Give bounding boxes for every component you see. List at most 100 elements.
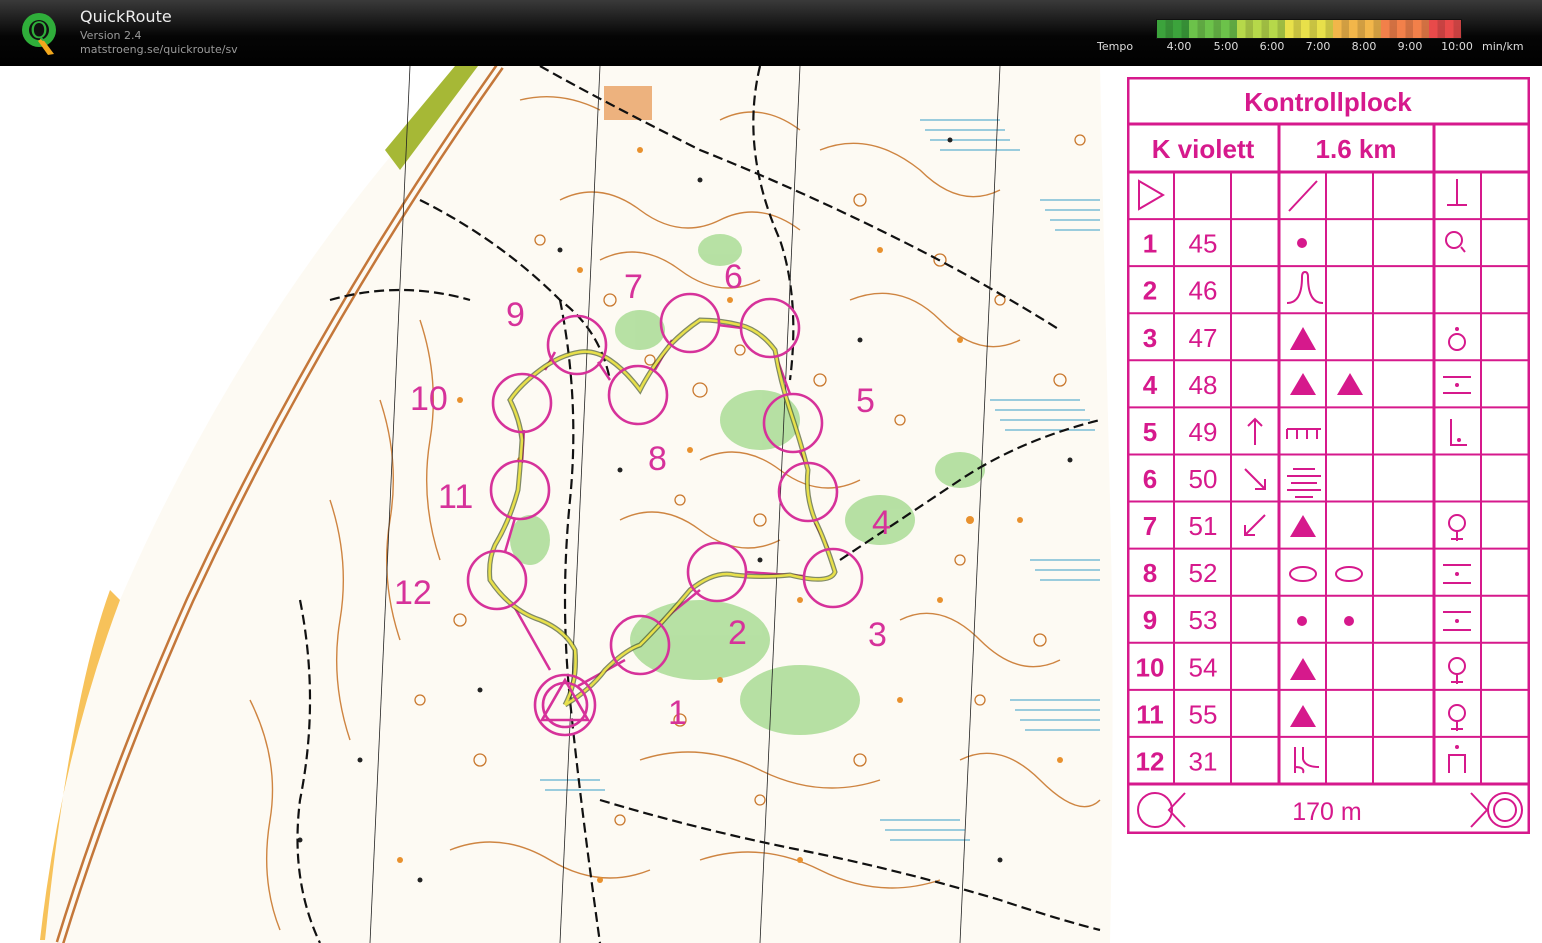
description-grid: Kontrollplock K violett 1.6 km 1 452 463 47… bbox=[1127, 77, 1530, 834]
control-row-code: 47 bbox=[1189, 323, 1218, 353]
control-row-number: 11 bbox=[1136, 699, 1164, 729]
app-url: matstroeng.se/quickroute/sv bbox=[80, 43, 238, 56]
tempo-scale-segment bbox=[1253, 20, 1262, 38]
tempo-label: Tempo bbox=[1097, 40, 1134, 53]
control-row-code: 49 bbox=[1189, 417, 1218, 447]
control-row-code: 31 bbox=[1189, 746, 1218, 776]
control-number-10: 10 bbox=[410, 380, 448, 418]
tempo-scale-segment bbox=[1357, 20, 1366, 38]
tempo-tick: 4:00 bbox=[1166, 40, 1192, 53]
sheet-title: Kontrollplock bbox=[1244, 87, 1412, 117]
tempo-scale-segment bbox=[1245, 20, 1254, 38]
tempo-scale-segment bbox=[1285, 20, 1294, 38]
tempo-scale-segment bbox=[1229, 20, 1238, 38]
tempo-scale-segment bbox=[1365, 20, 1374, 38]
tempo-scale-segment bbox=[1205, 20, 1214, 38]
tempo-scale-segment bbox=[1413, 20, 1422, 38]
tempo-scale-segment bbox=[1381, 20, 1390, 38]
tempo-scale-segment bbox=[1269, 20, 1278, 38]
control-row-number: 2 bbox=[1143, 276, 1157, 306]
control-row-number: 1 bbox=[1143, 229, 1157, 259]
orienteering-map[interactable]: 1 2 3 4 5 6 7 8 9 10 11 12 bbox=[0, 66, 1130, 943]
control-number-3: 3 bbox=[868, 616, 887, 654]
control-number-6: 6 bbox=[724, 258, 743, 296]
tempo-scale-segment bbox=[1421, 20, 1430, 38]
control-row-code: 53 bbox=[1189, 605, 1218, 635]
boulder-icon bbox=[1344, 616, 1354, 626]
control-row-number: 12 bbox=[1136, 746, 1165, 776]
svg-text:Q: Q bbox=[30, 19, 47, 44]
tempo-scale-segment bbox=[1181, 20, 1190, 38]
control-number-7: 7 bbox=[624, 268, 643, 306]
tempo-scale-segment bbox=[1309, 20, 1318, 38]
tempo-scale-segment bbox=[1333, 20, 1342, 38]
tempo-tick: 8:00 bbox=[1351, 40, 1377, 53]
tempo-scale-segment bbox=[1405, 20, 1414, 38]
tempo-scale-segment bbox=[1301, 20, 1310, 38]
control-number-4: 4 bbox=[872, 504, 891, 542]
map-canvas[interactable]: 1 2 3 4 5 6 7 8 9 10 11 12 bbox=[0, 66, 1130, 943]
control-row-number: 7 bbox=[1143, 511, 1157, 541]
boulder-icon bbox=[1297, 238, 1307, 248]
tempo-scale-segment bbox=[1261, 20, 1270, 38]
tempo-scale-segment bbox=[1389, 20, 1398, 38]
tempo-scale-segment bbox=[1349, 20, 1358, 38]
control-row-code: 54 bbox=[1189, 652, 1218, 682]
tempo-scale-segment bbox=[1213, 20, 1222, 38]
tempo-scale-segment bbox=[1221, 20, 1230, 38]
control-row-code: 45 bbox=[1189, 229, 1218, 259]
sheet-class-name: K violett bbox=[1152, 134, 1255, 164]
control-row-number: 10 bbox=[1136, 652, 1165, 682]
tempo-scale-segment bbox=[1277, 20, 1286, 38]
finish-distance: 170 m bbox=[1292, 798, 1361, 826]
control-row-number: 4 bbox=[1143, 370, 1158, 400]
tempo-tick: 7:00 bbox=[1305, 40, 1331, 53]
control-row-code: 55 bbox=[1189, 699, 1218, 729]
control-number-2: 2 bbox=[728, 614, 747, 652]
tempo-tick: 6:00 bbox=[1259, 40, 1285, 53]
quickroute-logo-icon: Q bbox=[22, 13, 56, 55]
control-number-1: 1 bbox=[668, 694, 687, 732]
control-row-code: 48 bbox=[1189, 370, 1218, 400]
tempo-scale-segment bbox=[1293, 20, 1302, 38]
tempo-tick: 5:00 bbox=[1213, 40, 1239, 53]
control-row-code: 51 bbox=[1189, 511, 1218, 541]
control-row-number: 8 bbox=[1143, 558, 1157, 588]
control-row-code: 50 bbox=[1189, 464, 1218, 494]
tempo-scale-segment bbox=[1325, 20, 1334, 38]
control-row-number: 6 bbox=[1143, 464, 1157, 494]
tempo-scale-segment bbox=[1237, 20, 1246, 38]
boulder-icon bbox=[1297, 616, 1307, 626]
tempo-unit: min/km bbox=[1482, 40, 1524, 53]
control-number-9: 9 bbox=[506, 296, 525, 334]
control-description-sheet: Kontrollplock K violett 1.6 km 1 45 2 46 3 47… bbox=[1127, 77, 1530, 834]
app-version: Version 2.4 bbox=[80, 29, 142, 42]
tempo-scale-segment bbox=[1437, 20, 1446, 38]
tempo-scale-segment bbox=[1197, 20, 1206, 38]
tempo-tick: 9:00 bbox=[1397, 40, 1423, 53]
tempo-scale-segment bbox=[1341, 20, 1350, 38]
tempo-scale-segment bbox=[1429, 20, 1438, 38]
tempo-scale-segment bbox=[1189, 20, 1198, 38]
sheet-distance: 1.6 km bbox=[1316, 134, 1397, 164]
tempo-ticks: 4:00 5:00 6:00 7:00 8:00 9:00 10:00 min/… bbox=[1156, 40, 1536, 54]
tempo-scale-segment bbox=[1317, 20, 1326, 38]
tempo-scale-segment bbox=[1397, 20, 1406, 38]
control-row-number: 5 bbox=[1143, 417, 1157, 447]
control-number-8: 8 bbox=[648, 440, 667, 478]
control-row-code: 46 bbox=[1189, 276, 1218, 306]
control-row-number: 9 bbox=[1143, 605, 1157, 635]
control-number-5: 5 bbox=[856, 382, 875, 420]
tempo-scale-segment bbox=[1445, 20, 1454, 38]
tempo-scale-segment bbox=[1157, 20, 1166, 38]
control-number-12: 12 bbox=[394, 574, 432, 612]
app-header: Q QuickRoute Version 2.4 matstroeng.se/q… bbox=[0, 0, 1542, 66]
control-row-code: 52 bbox=[1189, 558, 1218, 588]
control-number-11: 11 bbox=[438, 478, 473, 516]
app-title: QuickRoute bbox=[80, 7, 172, 26]
tempo-color-scale bbox=[1156, 19, 1462, 39]
tempo-scale-segment bbox=[1165, 20, 1174, 38]
tempo-scale-segment bbox=[1453, 20, 1461, 38]
tempo-tick: 10:00 bbox=[1441, 40, 1473, 53]
tempo-scale-segment bbox=[1373, 20, 1382, 38]
